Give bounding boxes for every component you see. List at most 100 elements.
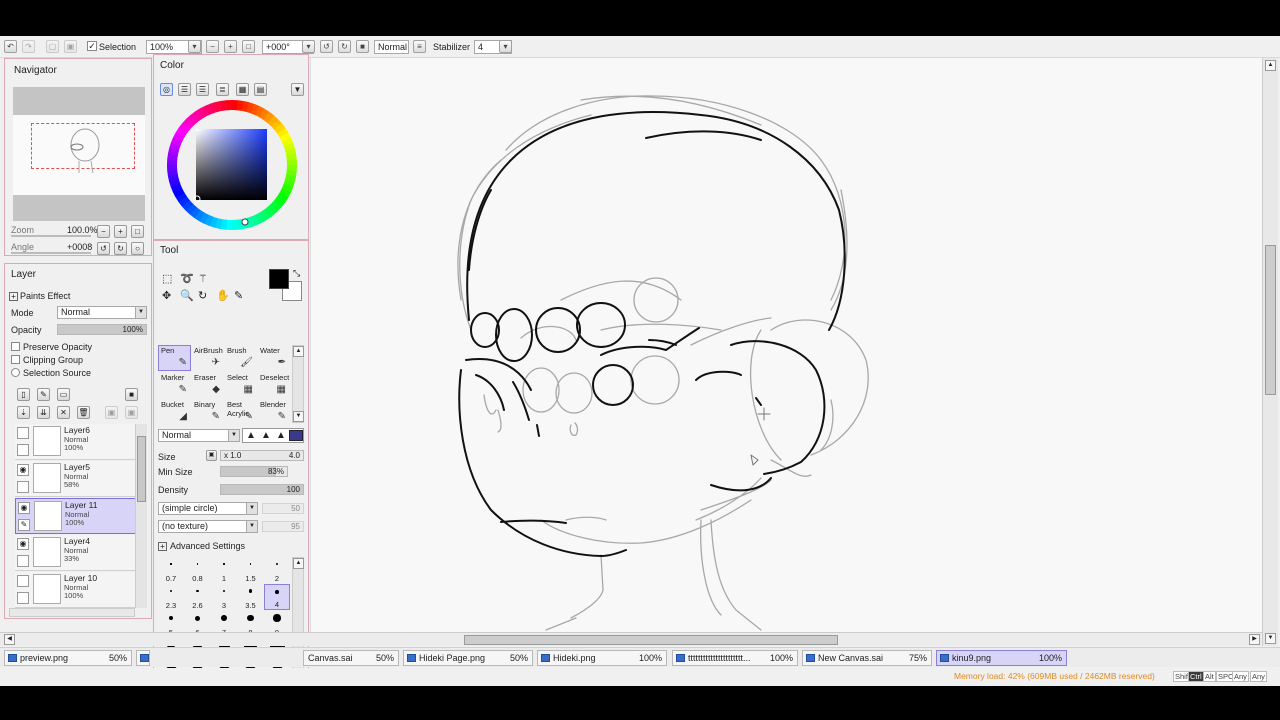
navigator-preview[interactable] bbox=[13, 87, 145, 221]
nav-zoom-out-icon[interactable]: − bbox=[97, 225, 110, 238]
new-linework-layer-icon[interactable]: ✎ bbox=[37, 388, 50, 401]
tool-eraser[interactable]: Eraser ◆ bbox=[191, 372, 224, 398]
layer-mode-select[interactable]: Normal ▼ bbox=[57, 306, 147, 319]
tool-best-acrylic[interactable]: Best Acrylic ✎ bbox=[224, 399, 257, 425]
layer-opacity-slider[interactable]: 100% bbox=[57, 324, 147, 335]
layer-row[interactable]: ◉ Layer4 Normal 33% bbox=[15, 535, 137, 571]
document-tab[interactable]: tttttttttttttttttttttt... 100% bbox=[672, 650, 798, 666]
brush-blend-mode-select[interactable]: Normal ▼ bbox=[158, 429, 240, 442]
layer-link-icon[interactable] bbox=[17, 481, 29, 493]
new-layer-icon[interactable]: ▯ bbox=[17, 388, 30, 401]
expand-icon[interactable]: + bbox=[158, 542, 167, 551]
size-slider[interactable]: x 1.0 4.0 bbox=[220, 450, 304, 461]
swap-colors-icon[interactable]: ⤡ bbox=[293, 268, 300, 279]
scroll-up-icon[interactable]: ▲ bbox=[293, 558, 304, 569]
expand-icon[interactable]: + bbox=[9, 292, 18, 301]
tool-marker[interactable]: Marker ✎ bbox=[158, 372, 191, 398]
nav-rotate-right-icon[interactable]: ↻ bbox=[114, 242, 127, 255]
tool-pen[interactable]: Pen ✎ bbox=[158, 345, 191, 371]
rotate-right-icon[interactable]: ↻ bbox=[338, 40, 351, 53]
tool-grid-scrollbar[interactable]: ▲ ▼ bbox=[292, 345, 304, 423]
layer-row[interactable]: ◉ ✎ Layer 11 Normal 100% bbox=[15, 498, 137, 534]
scroll-up-icon[interactable]: ▲ bbox=[293, 346, 304, 357]
layer-row[interactable]: Layer6 Normal 100% bbox=[15, 424, 137, 460]
layer-link-icon[interactable] bbox=[17, 555, 29, 567]
texture-strength-slider[interactable]: 95 bbox=[262, 521, 304, 532]
visibility-eye-icon[interactable]: ◉ bbox=[18, 502, 30, 514]
tool-deselect[interactable]: Deselect ▦ bbox=[257, 372, 290, 398]
merge-down-icon[interactable]: ⇊ bbox=[37, 406, 50, 419]
document-tab[interactable]: Hideki.png 100% bbox=[537, 650, 667, 666]
scroll-down-icon[interactable]: ▼ bbox=[1265, 633, 1276, 644]
zoom-tool-icon[interactable]: 🔍 bbox=[180, 289, 194, 302]
brush-texture-select[interactable]: (no texture) ▼ bbox=[158, 520, 258, 533]
angle-slider[interactable] bbox=[11, 252, 91, 254]
color-wheel-mode-icon[interactable]: ◎ bbox=[160, 83, 173, 96]
scroll-right-icon[interactable]: ▶ bbox=[1249, 634, 1260, 645]
layer-list-scroll-thumb[interactable] bbox=[137, 436, 146, 502]
brush-size-preset[interactable]: 4 bbox=[264, 584, 290, 610]
shape-strength-slider[interactable]: 50 bbox=[262, 503, 304, 514]
scroll-down-icon[interactable]: ▼ bbox=[293, 411, 304, 422]
scroll-left-icon[interactable]: ◀ bbox=[4, 634, 15, 645]
min-size-slider[interactable]: 83% bbox=[220, 466, 288, 477]
duplicate-icon[interactable]: ▣ bbox=[125, 406, 138, 419]
invert-selection-icon[interactable]: ▣ bbox=[64, 40, 77, 53]
layer-row[interactable]: Layer 10 Normal 100% bbox=[15, 572, 137, 608]
brush-indicator-icon[interactable]: ✎ bbox=[18, 519, 30, 531]
new-folder-icon[interactable]: ▭ bbox=[57, 388, 70, 401]
eyedropper-icon[interactable]: ✎ bbox=[234, 289, 243, 302]
tool-water[interactable]: Water ✒ bbox=[257, 345, 290, 371]
horizontal-scroll-thumb[interactable] bbox=[464, 635, 838, 645]
selection-checkbox[interactable]: ✓ bbox=[87, 41, 97, 51]
blend-mode-select[interactable]: Normal bbox=[374, 40, 409, 54]
density-slider[interactable]: 100 bbox=[220, 484, 304, 495]
document-tab[interactable]: Hideki Page.png 50% bbox=[403, 650, 533, 666]
undo-icon[interactable]: ↶ bbox=[4, 40, 17, 53]
document-tab-overflow[interactable] bbox=[136, 650, 150, 666]
advanced-settings-expander[interactable]: + Advanced Settings bbox=[158, 541, 245, 551]
move-icon[interactable]: ✥ bbox=[162, 289, 171, 302]
visibility-eye-icon[interactable] bbox=[17, 575, 29, 587]
zoom-out-icon[interactable]: − bbox=[206, 40, 219, 53]
brush-size-preset[interactable]: 1 bbox=[211, 557, 237, 583]
layer-options-icon[interactable]: ■ bbox=[125, 388, 138, 401]
visibility-eye-icon[interactable]: ◉ bbox=[17, 538, 29, 550]
size-multiplier-toggle[interactable]: ▣ bbox=[206, 450, 217, 461]
zoom-dropdown-icon[interactable]: ▾ bbox=[188, 40, 201, 53]
brush-tip-square-icon[interactable] bbox=[289, 430, 303, 441]
scratchpad-mode-icon[interactable]: ▤ bbox=[254, 83, 267, 96]
color-panel-menu-icon[interactable]: ▼ bbox=[291, 83, 304, 96]
angle-dropdown-icon[interactable]: ▾ bbox=[302, 40, 315, 53]
swatches-mode-icon[interactable]: ▦ bbox=[236, 83, 249, 96]
visibility-eye-icon[interactable]: ◉ bbox=[17, 464, 29, 476]
rotate-left-icon[interactable]: ↺ bbox=[320, 40, 333, 53]
visibility-eye-icon[interactable] bbox=[17, 427, 29, 439]
nav-rotate-reset-icon[interactable]: ○ bbox=[131, 242, 144, 255]
paints-effect-expander[interactable]: + Paints Effect bbox=[9, 291, 70, 301]
nav-zoom-reset-icon[interactable]: □ bbox=[131, 225, 144, 238]
transfer-down-icon[interactable]: ⇣ bbox=[17, 406, 30, 419]
redo-icon[interactable]: ↷ bbox=[22, 40, 35, 53]
lock-icon[interactable]: ▣ bbox=[105, 406, 118, 419]
brush-shape-select[interactable]: (simple circle) ▼ bbox=[158, 502, 258, 515]
selection-source-radio[interactable] bbox=[11, 368, 20, 377]
canvas-vertical-scrollbar[interactable]: ▲ ▼ bbox=[1262, 58, 1278, 646]
drawing-canvas[interactable] bbox=[310, 58, 1262, 632]
rotate-tool-icon[interactable]: ↻ bbox=[198, 289, 207, 302]
layer-row[interactable]: ◉ Layer5 Normal 58% bbox=[15, 461, 137, 497]
hsv-slider-mode-icon[interactable]: ☰ bbox=[196, 83, 209, 96]
stabilizer-dropdown-icon[interactable]: ▾ bbox=[499, 40, 512, 53]
brush-size-preset[interactable]: 1.5 bbox=[238, 557, 264, 583]
zoom-slider[interactable] bbox=[11, 235, 91, 237]
flip-horizontal-icon[interactable]: ≡ bbox=[413, 40, 426, 53]
hand-icon[interactable]: ✋ bbox=[216, 289, 230, 302]
tool-airbrush[interactable]: AirBrush ✈ bbox=[191, 345, 224, 371]
brush-size-preset[interactable]: 0.7 bbox=[158, 557, 184, 583]
rect-select-icon[interactable]: ⬚ bbox=[162, 272, 172, 285]
brush-size-preset[interactable]: 0.8 bbox=[185, 557, 211, 583]
tool-select[interactable]: Select ▦ bbox=[224, 372, 257, 398]
rotate-reset-icon[interactable]: ■ bbox=[356, 40, 369, 53]
clear-layer-icon[interactable]: ✕ bbox=[57, 406, 70, 419]
tool-bucket[interactable]: Bucket ◢ bbox=[158, 399, 191, 425]
